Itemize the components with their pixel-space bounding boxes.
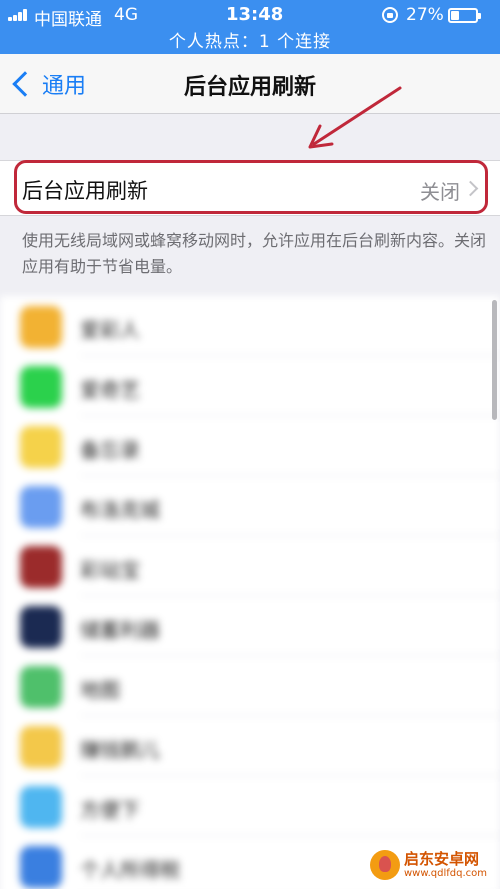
- app-name: 爱彩人: [80, 318, 140, 342]
- app-name: 布洛克城: [80, 498, 160, 522]
- status-row: 中国联通 4G 13:48 27%: [0, 0, 500, 30]
- list-item[interactable]: 方便下: [0, 776, 500, 836]
- hotspot-banner[interactable]: 个人热点：1 个连接: [0, 27, 500, 52]
- watermark: 启东安卓网 www.qdlfdq.com: [370, 846, 496, 886]
- app-name: 彩站宝: [80, 558, 140, 582]
- list-item[interactable]: 储蓄利器: [0, 596, 500, 656]
- watermark-name: 启东安卓网: [404, 850, 480, 868]
- list-item[interactable]: 彩站宝: [0, 536, 500, 596]
- status-bar: 中国联通 4G 13:48 27% 个人热点：1 个连接: [0, 0, 500, 54]
- app-icon: [20, 786, 62, 828]
- battery-percent: 27%: [406, 5, 444, 25]
- app-icon: [20, 486, 62, 528]
- app-icon: [20, 726, 62, 768]
- list-item[interactable]: 赚钱鹅儿: [0, 716, 500, 776]
- app-list: 爱彩人 爱奇艺 备忘录 布洛克城 彩站宝 储蓄利器 地图 赚钱鹅儿 方便下 个人…: [0, 296, 500, 889]
- list-item[interactable]: 布洛克城: [0, 476, 500, 536]
- list-item[interactable]: 爱彩人: [0, 296, 500, 356]
- navigation-bar: 通用 后台应用刷新: [0, 54, 500, 114]
- watermark-url: www.qdlfdq.com: [404, 868, 488, 879]
- clock: 13:48: [226, 4, 284, 25]
- orientation-lock-icon: [382, 7, 398, 23]
- list-item[interactable]: 地图: [0, 656, 500, 716]
- app-icon: [20, 846, 62, 888]
- battery-icon: [448, 8, 481, 23]
- annotation-arrow-icon: [308, 86, 402, 149]
- highlight-annotation: [14, 160, 488, 214]
- app-name: 爱奇艺: [80, 378, 140, 402]
- app-icon: [20, 546, 62, 588]
- scroll-indicator[interactable]: [492, 300, 497, 420]
- app-name: 方便下: [80, 798, 140, 822]
- app-name: 个人所得税: [80, 858, 180, 882]
- app-icon: [20, 606, 62, 648]
- app-icon: [20, 366, 62, 408]
- app-icon: [20, 306, 62, 348]
- footer-note: 使用无线局域网或蜂窝移动网时，允许应用在后台刷新内容。关闭应用有助于节省电量。: [22, 231, 487, 276]
- network-type: 4G: [114, 5, 138, 25]
- app-icon: [20, 666, 62, 708]
- app-name: 赚钱鹅儿: [80, 738, 160, 762]
- signal-icon: [8, 9, 30, 21]
- app-name: 储蓄利器: [80, 618, 160, 642]
- app-name: 地图: [80, 678, 120, 702]
- page-title: 后台应用刷新: [183, 75, 316, 100]
- watermark-logo-icon: [370, 850, 400, 880]
- list-item[interactable]: 爱奇艺: [0, 356, 500, 416]
- list-item[interactable]: 备忘录: [0, 416, 500, 476]
- app-icon: [20, 426, 62, 468]
- app-name: 备忘录: [80, 438, 140, 462]
